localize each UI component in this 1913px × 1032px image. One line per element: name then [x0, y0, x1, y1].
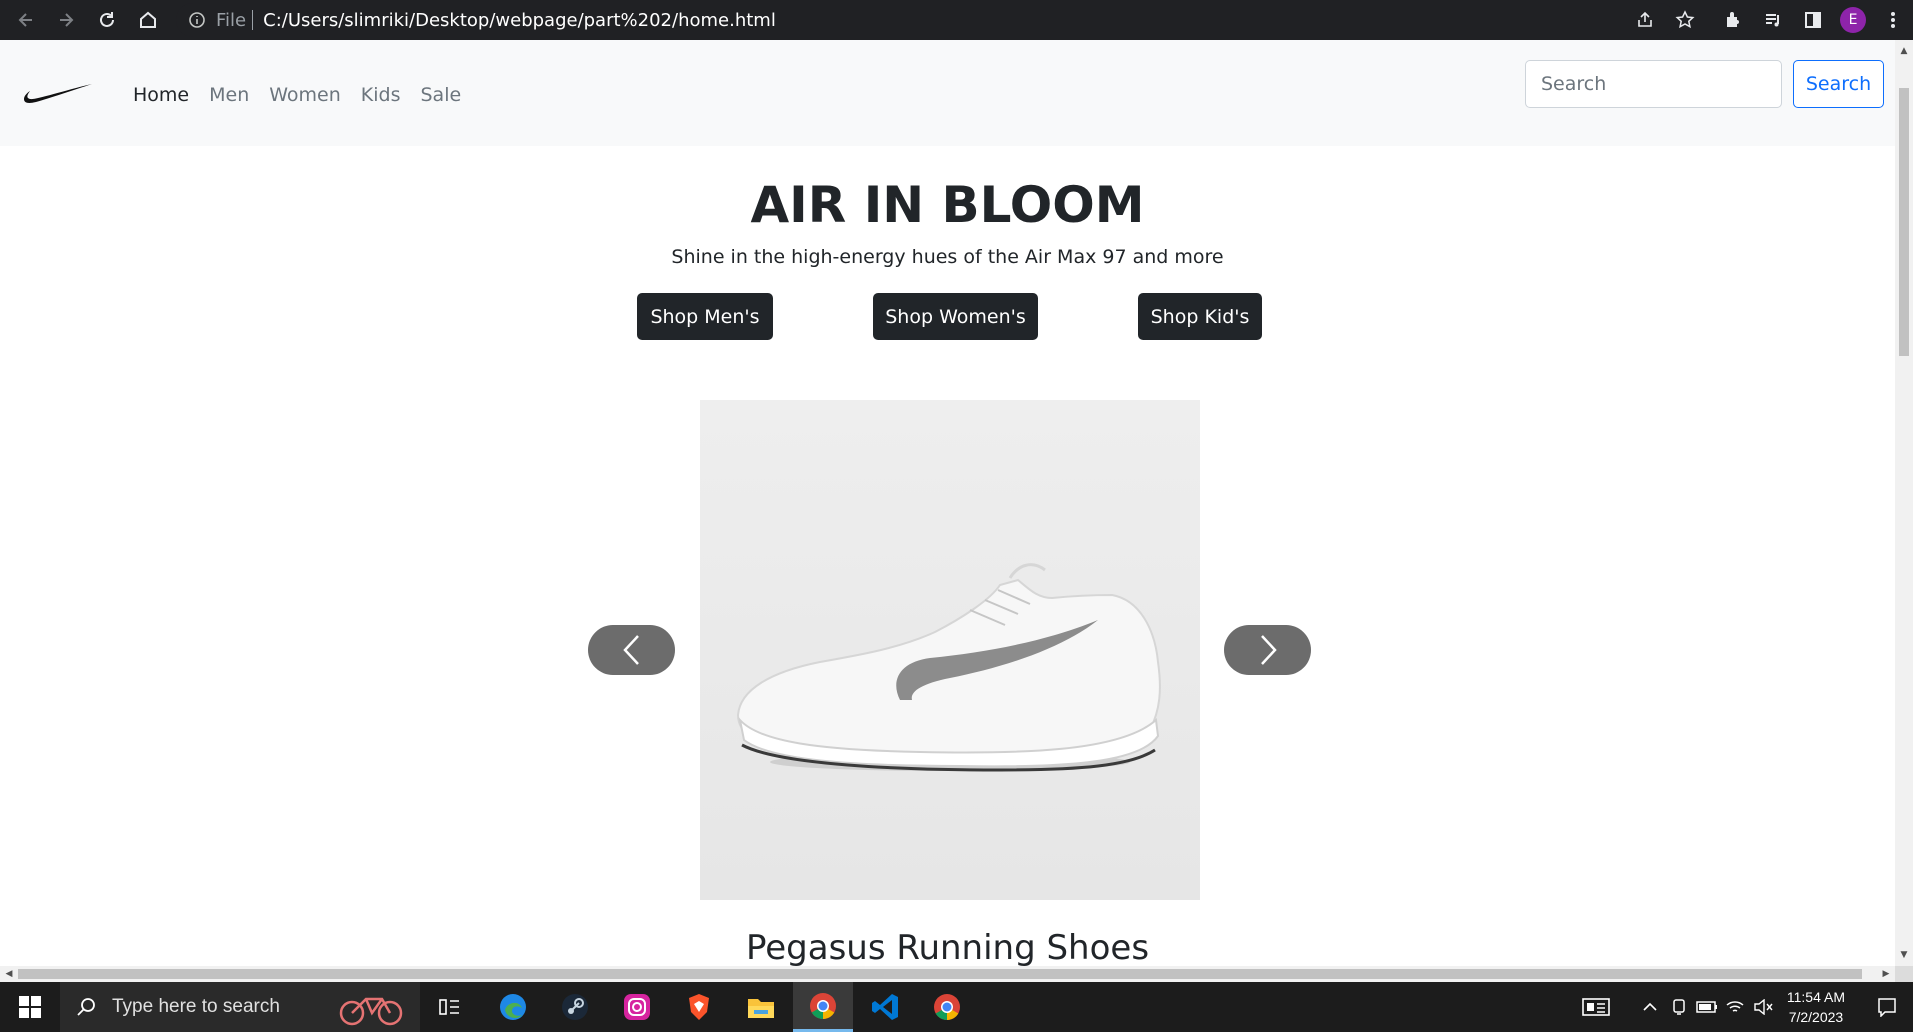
nav-link-women[interactable]: Women [269, 84, 341, 106]
chevron-left-icon [622, 635, 639, 665]
steam-icon[interactable] [545, 982, 605, 1032]
nav-link-kids[interactable]: Kids [361, 84, 401, 106]
nike-logo-icon[interactable] [22, 82, 94, 108]
chevron-up-icon[interactable] [1635, 1002, 1665, 1012]
bicycle-icon [339, 997, 403, 1026]
nav-link-men[interactable]: Men [209, 84, 249, 106]
profile-avatar[interactable]: E [1833, 0, 1873, 40]
site-navbar: Home Men Women Kids Sale Search Search [0, 40, 1895, 146]
scrollbar-corner [1895, 966, 1913, 982]
share-icon[interactable] [1625, 0, 1665, 40]
vertical-scroll-thumb[interactable] [1899, 88, 1909, 356]
notifications-icon[interactable] [1867, 997, 1907, 1017]
forward-icon[interactable] [46, 0, 86, 40]
url-text[interactable]: C:/Users/slimriki/Desktop/webpage/part%2… [263, 10, 776, 31]
product-image [700, 400, 1200, 900]
vertical-scrollbar[interactable]: ▲ ▼ [1895, 40, 1913, 966]
home-icon[interactable] [128, 0, 168, 40]
search-button[interactable]: Search [1793, 60, 1884, 108]
url-scheme-label: File [216, 9, 247, 31]
windows-taskbar: Type here to search 11:54 AM 7/2/2023 [0, 982, 1913, 1032]
clock-time: 11:54 AM [1786, 989, 1845, 1005]
wifi-icon[interactable] [1721, 999, 1749, 1015]
scroll-right-icon[interactable]: ▶ [1881, 969, 1891, 979]
device-icon[interactable] [1665, 998, 1693, 1016]
media-icon[interactable] [1753, 0, 1793, 40]
task-view-icon[interactable] [420, 982, 480, 1032]
vscode-icon[interactable] [855, 982, 915, 1032]
battery-icon[interactable] [1693, 1001, 1721, 1013]
chevron-right-icon [1260, 635, 1277, 665]
windows-start-icon[interactable] [0, 982, 60, 1032]
system-tray: 11:54 AM 7/2/2023 [1571, 982, 1913, 1032]
carousel-prev-button[interactable] [588, 625, 675, 675]
star-icon[interactable] [1665, 0, 1705, 40]
news-icon[interactable] [1571, 997, 1621, 1017]
search-input[interactable]: Search [1525, 60, 1782, 108]
avatar: E [1840, 7, 1866, 33]
scroll-up-icon[interactable]: ▲ [1899, 46, 1909, 56]
hero-subtitle: Shine in the high-energy hues of the Air… [671, 246, 1224, 268]
taskbar-clock[interactable]: 11:54 AM 7/2/2023 [1787, 987, 1845, 1027]
carousel-next-button[interactable] [1224, 625, 1311, 675]
nav-link-home[interactable]: Home [133, 84, 189, 106]
edge-icon[interactable] [483, 982, 543, 1032]
instagram-icon[interactable] [607, 982, 667, 1032]
browser-toolbar: File C:/Users/slimriki/Desktop/webpage/p… [0, 0, 1913, 40]
shoe-illustration [700, 400, 1200, 900]
address-bar[interactable]: File C:/Users/slimriki/Desktop/webpage/p… [176, 3, 1676, 37]
product-name: Pegasus Running Shoes [745, 928, 1150, 966]
reload-icon[interactable] [87, 0, 127, 40]
taskbar-search[interactable]: Type here to search [60, 982, 420, 1032]
page-viewport: Home Men Women Kids Sale Search Search A… [0, 40, 1895, 966]
volume-muted-icon[interactable] [1749, 999, 1777, 1015]
sidepanel-icon[interactable] [1793, 0, 1833, 40]
taskbar-search-placeholder: Type here to search [112, 996, 280, 1017]
file-explorer-icon[interactable] [731, 982, 791, 1032]
back-icon[interactable] [6, 0, 46, 40]
chrome-icon[interactable] [793, 982, 853, 1032]
scroll-left-icon[interactable]: ◀ [4, 969, 14, 979]
horizontal-scrollbar[interactable]: ◀ ▶ [0, 966, 1895, 982]
search-icon [77, 998, 95, 1016]
info-icon[interactable] [188, 11, 206, 29]
horizontal-scroll-thumb[interactable] [18, 969, 1862, 979]
clock-date: 7/2/2023 [1788, 1009, 1844, 1025]
nav-links: Home Men Women Kids Sale [133, 84, 461, 106]
shop-men-button[interactable]: Shop Men's [637, 293, 773, 340]
url-separator [252, 10, 254, 30]
chrome-profile-icon[interactable] [917, 982, 977, 1032]
scroll-down-icon[interactable]: ▼ [1899, 950, 1909, 960]
shop-kids-button[interactable]: Shop Kid's [1138, 293, 1262, 340]
menu-icon[interactable] [1873, 0, 1913, 40]
shop-women-button[interactable]: Shop Women's [873, 293, 1038, 340]
extensions-icon[interactable] [1713, 0, 1753, 40]
brave-icon[interactable] [669, 982, 729, 1032]
nav-link-sale[interactable]: Sale [420, 84, 461, 106]
hero-title: AIR IN BLOOM [750, 176, 1145, 234]
